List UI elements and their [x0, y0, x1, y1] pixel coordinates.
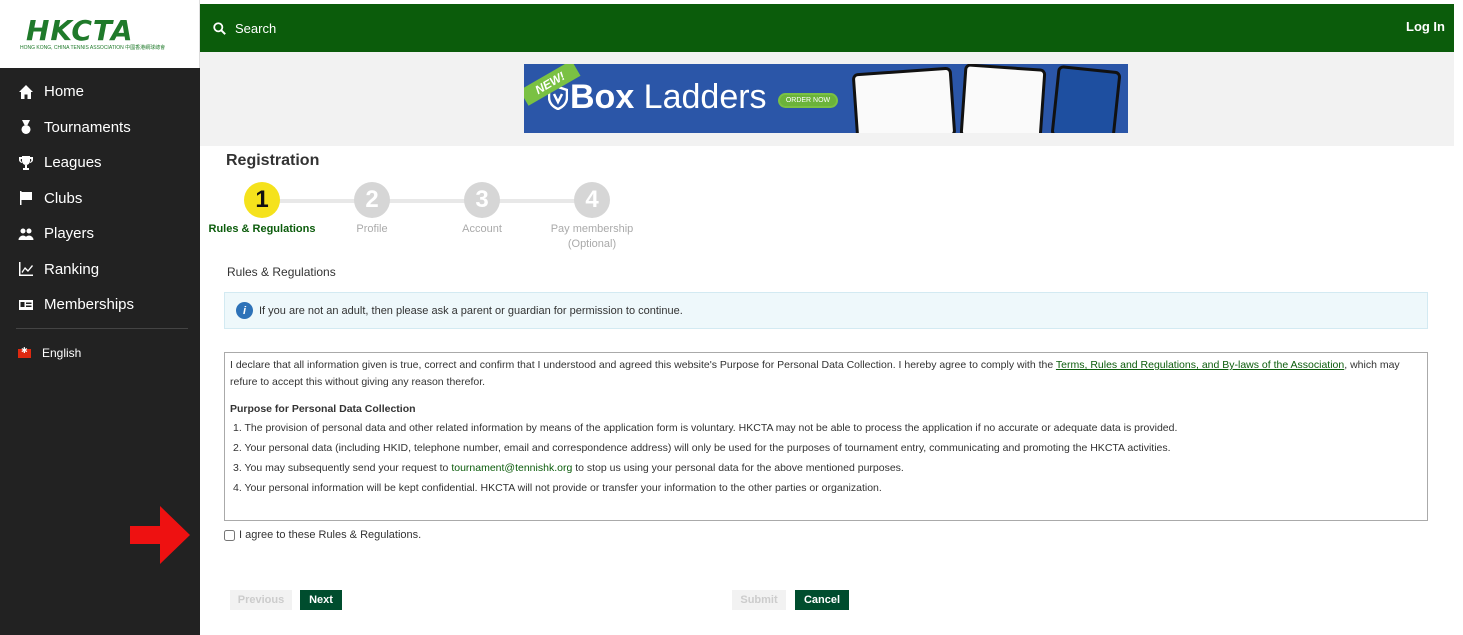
- previous-button[interactable]: Previous: [230, 590, 292, 610]
- hk-flag-icon: [18, 346, 31, 358]
- users-icon: [18, 226, 34, 242]
- submit-button[interactable]: Submit: [732, 590, 786, 610]
- info-message: If you are not an adult, then please ask…: [259, 304, 683, 317]
- sidebar-item-label: Home: [44, 83, 85, 101]
- id-card-icon: [18, 297, 34, 313]
- box-ladders-banner[interactable]: Box Ladders ORDER NOW NEW!: [524, 64, 1128, 133]
- sidebar-item-tournaments[interactable]: Tournaments: [0, 110, 200, 146]
- step-4-label: Pay membership (Optional): [550, 223, 634, 250]
- phone-image: [851, 66, 957, 133]
- sidebar-item-clubs[interactable]: Clubs: [0, 181, 200, 217]
- step-4-circle: 4: [574, 182, 610, 218]
- sidebar-item-leagues[interactable]: Leagues: [0, 145, 200, 181]
- logo-subtitle: HONG KONG, CHINA TENNIS ASSOCIATION 中國香港…: [20, 45, 166, 51]
- agree-checkbox-row: I agree to these Rules & Regulations.: [224, 529, 421, 541]
- sidebar-item-label: Memberships: [44, 296, 135, 314]
- login-link[interactable]: Log In: [1406, 19, 1445, 34]
- banner-area: Box Ladders ORDER NOW NEW!: [200, 52, 1454, 146]
- terms-heading: Purpose for Personal Data Collection: [230, 403, 416, 415]
- sidebar-item-memberships[interactable]: Memberships: [0, 287, 200, 323]
- step-2-circle: 2: [354, 182, 390, 218]
- order-now-button[interactable]: ORDER NOW: [778, 93, 838, 108]
- home-icon: [18, 84, 34, 100]
- sidebar-item-label: Players: [44, 225, 95, 243]
- main-content: Box Ladders ORDER NOW NEW! Registration …: [130, 52, 1454, 635]
- terms-intro: I declare that all information given is …: [230, 359, 1400, 388]
- agree-label[interactable]: I agree to these Rules & Regulations.: [239, 529, 421, 541]
- sidebar-item-ranking[interactable]: Ranking: [0, 252, 200, 288]
- step-3-circle: 3: [464, 182, 500, 218]
- page-title: Registration: [226, 152, 320, 169]
- step-1-circle: 1: [244, 182, 280, 218]
- agree-checkbox[interactable]: [224, 529, 235, 541]
- logo-text: HKCTA: [26, 14, 134, 47]
- step-2-label: Profile: [356, 223, 388, 235]
- info-alert: i If you are not an adult, then please a…: [224, 292, 1428, 329]
- step-1-label: Rules & Regulations: [208, 223, 316, 235]
- terms-item: 2. Your personal data (including HKID, t…: [233, 442, 1171, 454]
- sidebar-item-label: Clubs: [44, 189, 83, 207]
- language-selector[interactable]: English: [18, 346, 81, 360]
- step-3-label: Account: [462, 223, 502, 235]
- terms-box[interactable]: I declare that all information given is …: [224, 352, 1428, 521]
- next-button[interactable]: Next: [300, 590, 342, 610]
- sidebar-nav: Home Tournaments Leagues Clubs Players R…: [0, 74, 200, 323]
- phone-image: [959, 64, 1047, 133]
- sidebar-item-label: Ranking: [44, 260, 100, 278]
- sidebar-item-home[interactable]: Home: [0, 74, 200, 110]
- sidebar-divider: [16, 328, 188, 329]
- banner-title: Box Ladders: [570, 78, 767, 116]
- language-label: English: [42, 346, 82, 360]
- sidebar-item-players[interactable]: Players: [0, 216, 200, 252]
- sidebar-item-label: Tournaments: [44, 118, 131, 136]
- search-button[interactable]: Search: [213, 21, 276, 36]
- section-title: Rules & Regulations: [227, 265, 336, 279]
- terms-item: 3. You may subsequently send your reques…: [233, 462, 904, 474]
- phone-image: [1050, 64, 1122, 133]
- flag-icon: [18, 190, 34, 206]
- chart-icon: [18, 261, 34, 277]
- medal-icon: [18, 119, 34, 135]
- search-label: Search: [235, 20, 277, 36]
- logo[interactable]: HKCTA HONG KONG, CHINA TENNIS ASSOCIATIO…: [0, 0, 200, 68]
- info-icon: i: [236, 302, 253, 319]
- trophy-icon: [18, 155, 34, 171]
- terms-item: 4. Your personal information will be kep…: [233, 482, 882, 494]
- contact-email: tournament@tennishk.org: [451, 462, 573, 474]
- terms-link[interactable]: Terms, Rules and Regulations, and By-law…: [1056, 359, 1344, 371]
- red-arrow-icon: [130, 506, 190, 564]
- cancel-button[interactable]: Cancel: [795, 590, 849, 610]
- top-bar: Search Log In: [200, 4, 1454, 52]
- registration-stepper: 1 Rules & Regulations 2 Profile 3 Accoun…: [200, 182, 700, 262]
- search-icon: [213, 21, 226, 35]
- sidebar-item-label: Leagues: [44, 154, 102, 172]
- terms-item: 1. The provision of personal data and ot…: [233, 422, 1178, 434]
